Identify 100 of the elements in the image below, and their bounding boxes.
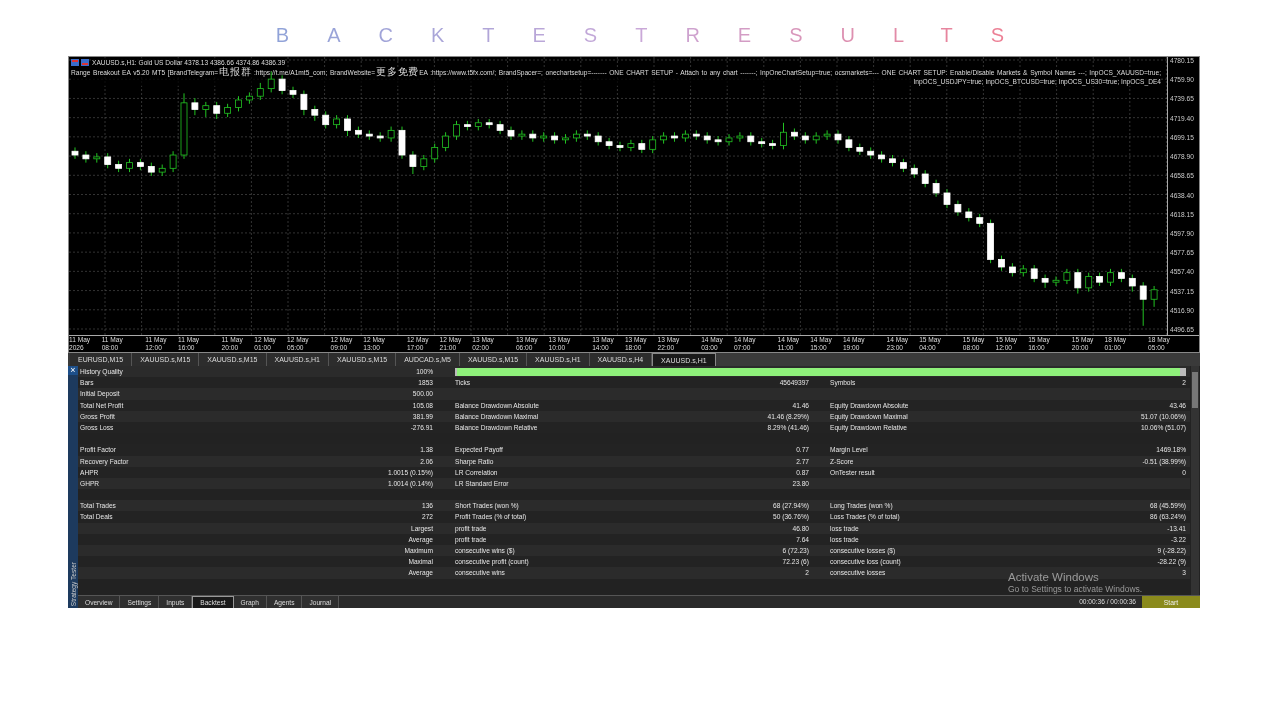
- candle: [1107, 268, 1114, 287]
- candle: [213, 101, 221, 120]
- candle: [311, 105, 319, 122]
- candle: [289, 86, 297, 99]
- candle: [671, 131, 678, 143]
- candle: [169, 150, 177, 173]
- candle: [1074, 268, 1082, 295]
- candle: [736, 131, 744, 143]
- candle: [1052, 276, 1060, 287]
- candle: [845, 135, 853, 152]
- candle: [725, 133, 733, 147]
- candle: [485, 118, 493, 129]
- candle: [126, 158, 133, 173]
- candle: [682, 129, 689, 143]
- candle: [878, 150, 885, 164]
- candle: [115, 160, 122, 173]
- candle: [780, 122, 787, 150]
- chart-window-icon: [71, 59, 89, 66]
- candle: [104, 152, 112, 169]
- candle: [431, 143, 439, 164]
- candle: [867, 146, 875, 160]
- candle: [224, 103, 231, 118]
- candle: [540, 131, 548, 143]
- candle: [518, 129, 526, 141]
- candle: [464, 120, 471, 131]
- candle: [322, 110, 330, 129]
- candle: [355, 126, 362, 139]
- candle: [496, 120, 504, 135]
- candle: [333, 114, 340, 129]
- candle: [344, 114, 351, 137]
- candle: [1085, 272, 1093, 293]
- candle: [801, 131, 809, 145]
- candle: [453, 120, 460, 141]
- candle: [758, 137, 766, 148]
- candle: [605, 137, 613, 150]
- candle: [300, 90, 308, 116]
- candle: [474, 118, 482, 131]
- candle: [976, 213, 984, 228]
- candle: [943, 188, 951, 209]
- candle: [1118, 268, 1125, 283]
- candle: [965, 207, 973, 222]
- candle: [442, 131, 449, 152]
- candle: [616, 141, 624, 152]
- candle: [180, 92, 188, 160]
- candle: [93, 152, 101, 164]
- candle: [71, 146, 79, 160]
- candle: [921, 169, 929, 188]
- candle: [594, 131, 602, 147]
- candle: [649, 135, 657, 154]
- candle: [1019, 264, 1027, 277]
- candle: [202, 101, 210, 118]
- close-button[interactable]: ×: [68, 366, 78, 375]
- candle: [932, 179, 940, 198]
- candle: [398, 126, 406, 160]
- candle: [1030, 264, 1038, 283]
- candle: [551, 131, 558, 145]
- candle: [507, 126, 515, 141]
- candle: [376, 131, 384, 143]
- candle: [889, 154, 896, 167]
- candle: [82, 150, 90, 164]
- activation-hint: Go to Settings to activate Windows.: [1008, 584, 1143, 594]
- candle: [365, 129, 373, 141]
- candle: [562, 133, 569, 145]
- candle: [191, 97, 199, 116]
- candle: [627, 139, 635, 152]
- candle: [1096, 272, 1103, 287]
- candle: [910, 164, 918, 179]
- candle: [1009, 262, 1016, 277]
- candle: [256, 82, 264, 101]
- candle: [769, 139, 776, 150]
- candle: [137, 158, 144, 171]
- candle: [747, 131, 755, 147]
- candle: [812, 131, 820, 145]
- candle: [638, 139, 646, 154]
- candle: [1063, 268, 1071, 285]
- candle: [791, 127, 798, 141]
- candle: [1128, 274, 1136, 293]
- candle: [573, 129, 580, 143]
- candle: [692, 129, 700, 141]
- candle: [246, 91, 253, 105]
- candle: [1150, 285, 1158, 308]
- candle: [834, 129, 842, 145]
- candle: [856, 143, 864, 156]
- candle: [660, 131, 667, 145]
- candle: [1041, 274, 1049, 289]
- candle: [703, 131, 711, 145]
- candle: [987, 219, 994, 264]
- scrollbar[interactable]: [1191, 366, 1199, 595]
- candle: [158, 164, 166, 177]
- candle: [998, 255, 1005, 272]
- candle: [409, 150, 417, 175]
- candle: [420, 154, 428, 171]
- candle: [714, 135, 722, 147]
- candle: [387, 126, 395, 143]
- candle: [583, 129, 591, 141]
- candle: [147, 162, 155, 177]
- candle: [235, 95, 242, 112]
- candle: [1139, 281, 1147, 327]
- candle: [900, 158, 907, 173]
- activation-title: Activate Windows: [1008, 571, 1100, 583]
